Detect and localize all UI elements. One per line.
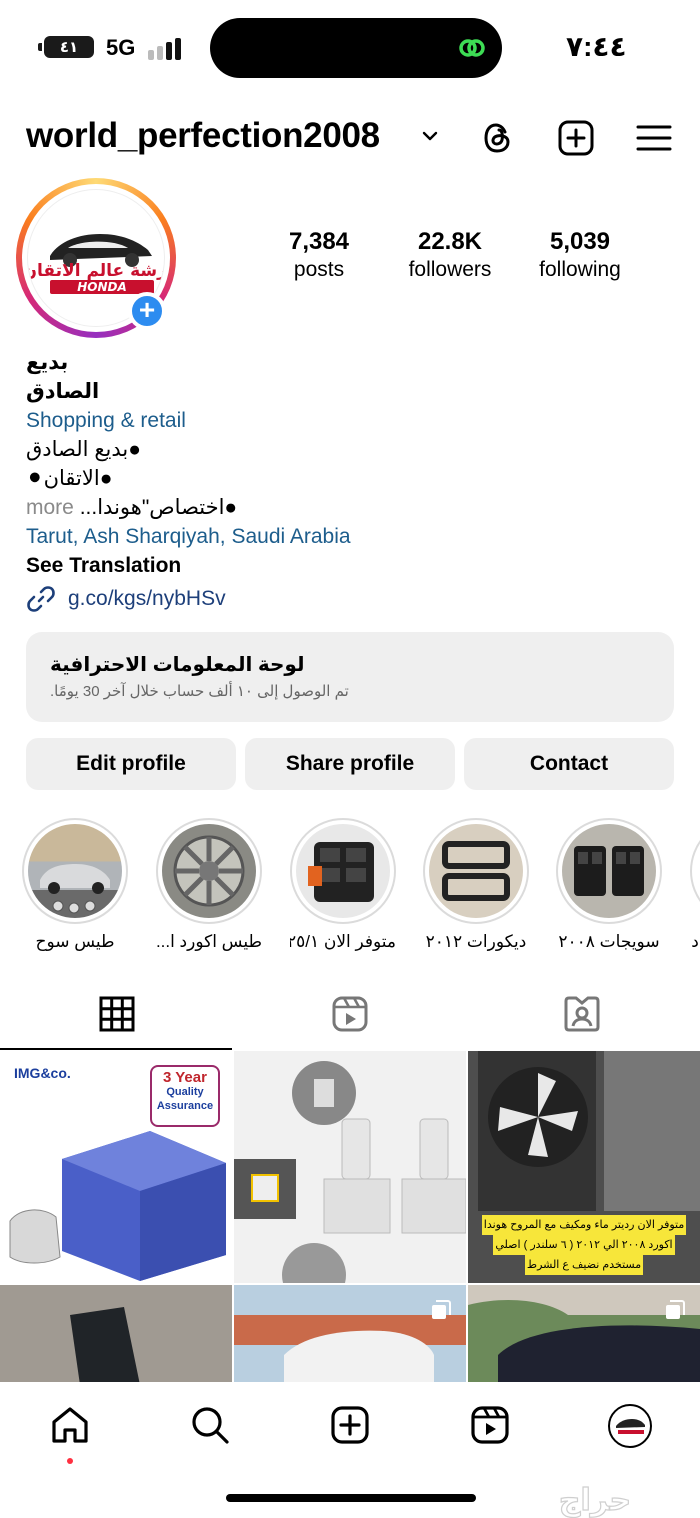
highlight-label: د [691, 932, 699, 951]
website-link[interactable]: g.co/kgs/nybHSv [26, 584, 226, 614]
tagged-icon[interactable] [562, 994, 602, 1034]
threads-icon[interactable] [478, 118, 518, 158]
highlight-car-image [40, 864, 110, 914]
reels-icon[interactable] [330, 994, 370, 1034]
more-link[interactable]: more [26, 496, 74, 519]
home-indicator [226, 1494, 476, 1502]
stat-label: following [539, 258, 621, 281]
active-tab-indicator [0, 1048, 232, 1050]
multiple-photos-icon [666, 1300, 685, 1319]
post-thumbnail[interactable] [0, 1285, 232, 1385]
dynamic-island [210, 18, 502, 78]
category-label: Shopping & retail [26, 409, 186, 432]
highlight-label: طيس سوح [35, 932, 115, 951]
svg-text:حراج: حراج [559, 1483, 631, 1518]
edit-profile-button[interactable]: Edit profile [26, 738, 236, 790]
highlight-item[interactable]: متوفر الان ٢٥/١ [290, 818, 396, 952]
highlight-switch-panel-image [308, 842, 374, 902]
highlight-label: متوفر الان ٢٥/١ [290, 932, 396, 951]
link-icon [27, 586, 55, 612]
username-switcher[interactable]: world_perfection2008 [26, 116, 380, 156]
highlight-label: ديكورات ٢٠١٢ [425, 932, 527, 951]
profile-header: world_perfection2008 [26, 112, 676, 164]
stat-following[interactable]: 5,039 following [526, 228, 634, 282]
profile-avatar[interactable] [608, 1404, 652, 1448]
stat-value: 22.8K [417, 228, 483, 255]
highlight-item[interactable]: طيس سوح [22, 818, 128, 952]
highlight-wheel-cover-image [173, 835, 245, 907]
notification-dot [67, 1458, 73, 1464]
chevron-down-icon[interactable] [420, 126, 440, 146]
door-switch-image [234, 1061, 466, 1283]
create-icon[interactable] [329, 1404, 371, 1446]
parts-box-image [9, 1131, 226, 1281]
home-icon[interactable] [49, 1404, 91, 1446]
logo-text-en: HONDA [77, 280, 127, 294]
dashboard-subtitle: تم الوصول إلى ١٠ ألف حساب خلال آخر 30 يو… [50, 683, 349, 700]
highlight-item[interactable]: سويجات ٢٠٠٨ [556, 818, 662, 952]
search-icon[interactable] [189, 1404, 231, 1446]
battery-indicator: ٤١ [38, 36, 94, 58]
stat-followers[interactable]: 22.8K followers [396, 228, 504, 282]
stat-posts[interactable]: 7,384 posts [270, 228, 368, 282]
professional-dashboard[interactable]: لوحة المعلومات الاحترافية تم الوصول إلى … [26, 632, 674, 722]
highlight-switches-image [574, 846, 644, 896]
status-bar: ٤١ 5G ٧:٤٤ [0, 0, 700, 96]
highlight-item[interactable]: طيس اكورد ا... [156, 818, 262, 952]
highlight-trim-image [442, 841, 510, 901]
stat-label: followers [408, 258, 492, 281]
post-caption: متوفر الان رديتر ماء ومكيف مع المروح هون… [468, 1215, 700, 1275]
post-thumbnail[interactable] [468, 1285, 700, 1385]
menu-icon[interactable] [634, 118, 674, 158]
clock: ٧:٤٤ [566, 31, 627, 62]
bio-line-3: more ●اختصاص"هوندا... [26, 493, 676, 522]
highlight-item[interactable]: د [690, 818, 700, 952]
bio: بديع الصادق Shopping & retail ●بديع الصا… [26, 348, 676, 580]
haraj-watermark-logo: حراج [558, 1482, 631, 1518]
bio-line-1: ●بديع الصادق [26, 438, 141, 461]
bottom-nav: حراج [0, 1382, 700, 1518]
network-type: 5G [106, 35, 136, 60]
bio-line-3-text: ●اختصاص"هوندا... [79, 496, 238, 519]
website-url: g.co/kgs/nybHSv [68, 587, 226, 610]
stat-label: posts [293, 258, 345, 281]
create-icon[interactable] [556, 118, 596, 158]
multiple-photos-icon [432, 1300, 451, 1319]
location-link[interactable]: Tarut, Ash Sharqiyah, Saudi Arabia [26, 522, 676, 551]
link-activity-icon [459, 39, 485, 57]
profile-logo-image [616, 1419, 645, 1434]
grid-icon[interactable] [97, 994, 137, 1034]
logo-text-ar: ورشة عالم الاتقان [28, 261, 165, 281]
highlight-label: سويجات ٢٠٠٨ [558, 932, 660, 951]
post-thumbnail[interactable] [234, 1285, 466, 1385]
post-thumbnail[interactable] [234, 1051, 466, 1283]
add-story-badge[interactable]: + [128, 292, 166, 330]
ecu-part-image [0, 1285, 232, 1385]
highlight-item[interactable]: ديكورات ٢٠١٢ [423, 818, 529, 952]
reels-icon[interactable] [469, 1404, 511, 1446]
stat-value: 7,384 [288, 228, 350, 255]
post-thumbnail[interactable]: متوفر الان رديتر ماء ومكيف مع المروح هون… [468, 1051, 700, 1283]
post-thumbnail[interactable]: IMG&co. 3 Year Quality Assurance [0, 1051, 232, 1283]
share-profile-button[interactable]: Share profile [245, 738, 455, 790]
stat-value: 5,039 [549, 228, 611, 255]
see-translation-link[interactable]: See Translation [26, 551, 676, 580]
contact-button[interactable]: Contact [464, 738, 674, 790]
bio-line-2: ●الاتقان⚫ [26, 467, 113, 490]
display-name: بديع الصادق [26, 351, 100, 403]
signal-icon [148, 36, 188, 60]
dashboard-title: لوحة المعلومات الاحترافية [50, 654, 305, 676]
highlight-label: طيس اكورد ا... [156, 932, 262, 951]
